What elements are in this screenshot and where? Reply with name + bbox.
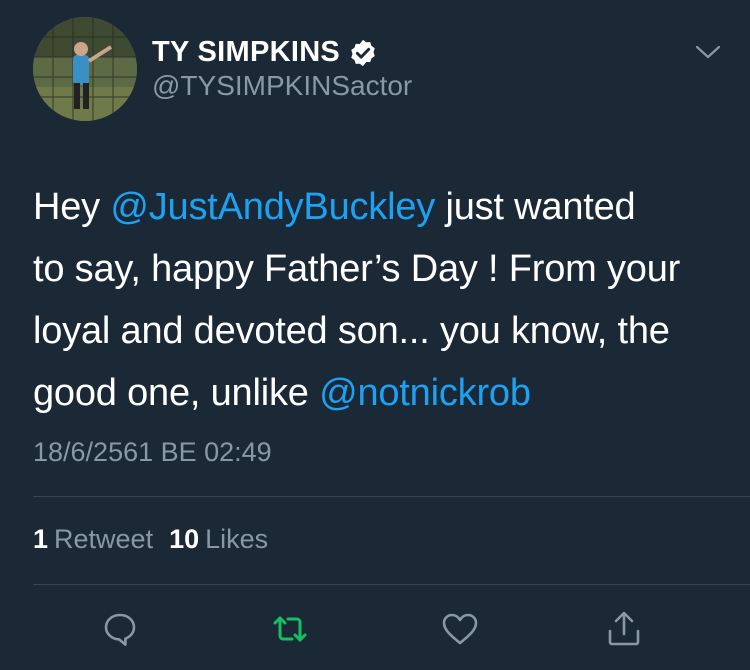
tweet-text-segment: loyal and devoted son... you know, the: [33, 310, 670, 352]
author-handle[interactable]: @TYSIMPKINSactor: [152, 70, 412, 102]
tweet-line: to say, happy Father’s Day ! From your: [33, 238, 723, 300]
tweet-text: Hey @JustAndyBuckley just wanted to say,…: [33, 176, 723, 424]
like-count-label: Likes: [205, 524, 269, 554]
author-name-row: TY SIMPKINS: [152, 36, 378, 69]
share-button[interactable]: [601, 606, 647, 652]
tweet-actions: [0, 606, 750, 652]
mention-link[interactable]: @JustAndyBuckley: [110, 186, 435, 228]
tweet-text-segment: to say, happy Father’s Day ! From your: [33, 248, 681, 290]
retweet-count-label: Retweet: [54, 524, 154, 554]
author-display-name[interactable]: TY SIMPKINS: [152, 36, 340, 69]
tweet-text-segment: Hey: [33, 186, 111, 228]
like-count[interactable]: 10 Likes: [169, 524, 268, 555]
share-icon: [608, 611, 640, 646]
divider: [33, 584, 750, 585]
retweet-count-number: 1: [33, 524, 49, 554]
reply-button[interactable]: [97, 606, 143, 652]
avatar[interactable]: [33, 17, 137, 121]
like-icon: [442, 613, 478, 645]
retweet-button[interactable]: [267, 606, 313, 652]
tweet-timestamp[interactable]: 18/6/2561 BE 02:49: [33, 437, 272, 468]
verified-badge-icon: [351, 39, 375, 66]
tweet-text-segment: good one, unlike: [33, 372, 320, 414]
tweet-line: loyal and devoted son... you know, the: [33, 300, 723, 362]
tweet-text-segment: just wanted: [435, 186, 636, 228]
retweet-count[interactable]: 1 Retweet: [33, 524, 153, 555]
tweet-line: Hey @JustAndyBuckley just wanted: [33, 176, 723, 238]
mention-link[interactable]: @notnickrob: [319, 372, 531, 414]
tweet-card: TY SIMPKINS @TYSIMPKINSactor Hey @JustAn…: [0, 0, 750, 670]
divider: [33, 496, 750, 497]
retweet-icon: [273, 616, 307, 642]
engagement-stats: 1 Retweet 10 Likes: [33, 524, 268, 555]
tweet-line: good one, unlike @notnickrob: [33, 362, 723, 424]
like-button[interactable]: [437, 606, 483, 652]
avatar-photo: [33, 17, 137, 121]
reply-icon: [104, 613, 136, 646]
like-count-number: 10: [169, 524, 200, 554]
chevron-down-icon[interactable]: [694, 42, 722, 62]
